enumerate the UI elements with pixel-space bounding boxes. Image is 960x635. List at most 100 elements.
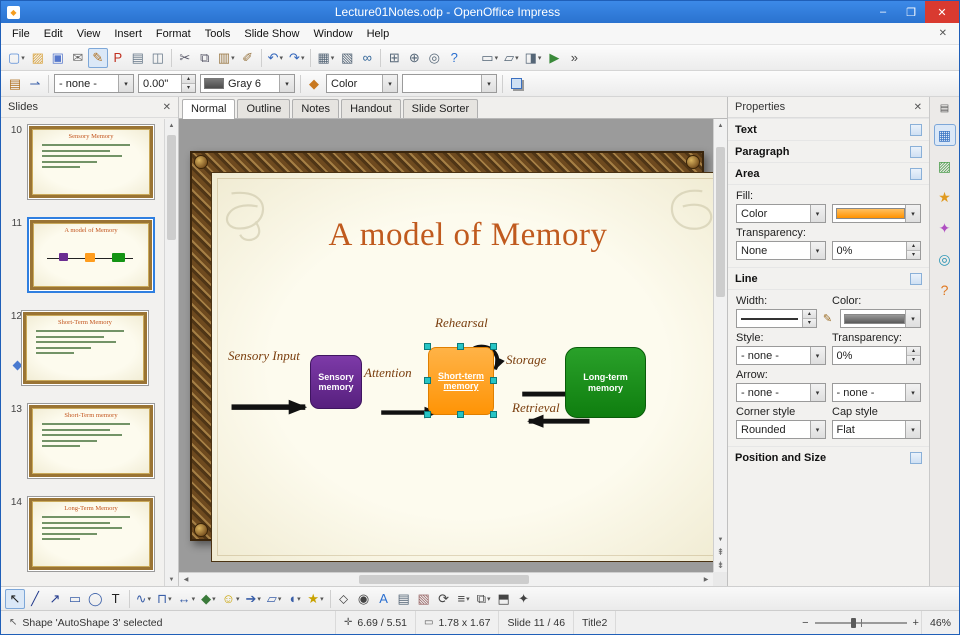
styles-deck-icon[interactable]: ★ xyxy=(934,186,956,208)
glue-points-icon[interactable]: ◉ xyxy=(354,589,374,609)
chevron-down-icon[interactable]: ▾ xyxy=(236,595,240,603)
chevron-down-icon[interactable]: ▾ xyxy=(280,54,284,62)
scroll-left-icon[interactable]: ◀ xyxy=(179,573,193,586)
zoom-slider-thumb[interactable] xyxy=(851,617,857,628)
tab-notes[interactable]: Notes xyxy=(292,99,340,118)
export-pdf-icon[interactable]: P xyxy=(108,48,128,68)
insert-picture-icon[interactable]: ▤ xyxy=(394,589,414,609)
slide-thumbnail-13[interactable]: Short-Term memory xyxy=(27,403,155,479)
chevron-down-icon[interactable]: ▾ xyxy=(301,54,305,62)
corner-style-combobox[interactable]: Rounded ▾ xyxy=(736,420,826,439)
selection-handle[interactable] xyxy=(457,343,464,350)
chevron-down-icon[interactable]: ▾ xyxy=(331,54,335,62)
dialog-launcher-icon[interactable] xyxy=(910,145,922,158)
selection-handle[interactable] xyxy=(457,411,464,418)
section-position-size[interactable]: Position and Size xyxy=(728,446,929,468)
chevron-down-icon[interactable]: ▾ xyxy=(297,595,301,603)
chevron-down-icon[interactable]: ▾ xyxy=(320,595,324,603)
slide-content[interactable]: A model of Memory Sensory Input Attentio… xyxy=(211,172,725,562)
scroll-up-icon[interactable]: ▲ xyxy=(714,119,727,132)
chevron-down-icon[interactable]: ▾ xyxy=(147,595,151,603)
zoom-percent[interactable]: 46% xyxy=(920,611,959,634)
gallery-icon[interactable]: ▧ xyxy=(414,589,434,609)
scroll-up-icon[interactable]: ▲ xyxy=(165,119,178,132)
fontwork-icon[interactable]: A xyxy=(374,589,394,609)
chevron-down-icon[interactable]: ▾ xyxy=(487,595,491,603)
chevron-down-icon[interactable]: ▾ xyxy=(278,595,282,603)
align-icon[interactable]: ≡ ▾ xyxy=(454,589,474,609)
document-close-icon[interactable]: ✕ xyxy=(931,28,955,39)
line-width-spinner[interactable]: ▴ ▾ xyxy=(736,309,817,328)
selection-handle[interactable] xyxy=(424,377,431,384)
arrange-icon[interactable]: ⧉ ▾ xyxy=(474,589,494,609)
chevron-down-icon[interactable]: ▾ xyxy=(905,421,920,438)
properties-deck-icon[interactable]: ▦ xyxy=(933,124,956,146)
print-icon[interactable]: ▤ xyxy=(128,48,148,68)
chevron-down-icon[interactable]: ▾ xyxy=(168,595,172,603)
rectangle-icon[interactable]: ▭ xyxy=(65,589,85,609)
tab-normal[interactable]: Normal xyxy=(182,99,236,119)
vertical-scrollbar[interactable]: ▲ ▼ ⇞ ⇟ xyxy=(713,119,727,572)
zoom-in-icon[interactable]: + xyxy=(911,617,921,629)
curve-icon[interactable]: ∿ ▾ xyxy=(133,589,154,609)
basic-shapes-icon[interactable]: ◆ ▾ xyxy=(198,589,219,609)
slide-layout-icon[interactable]: ◨ ▾ xyxy=(522,48,545,68)
slides-scrollbar[interactable]: ▲ ▼ xyxy=(164,119,178,586)
flowchart-icon[interactable]: ▱ ▾ xyxy=(264,589,285,609)
zoom-slider[interactable] xyxy=(814,617,907,628)
next-slide-icon[interactable]: ⇟ xyxy=(714,559,727,572)
menu-item-insert[interactable]: Insert xyxy=(107,25,149,43)
menu-item-slide-show[interactable]: Slide Show xyxy=(237,25,306,43)
chevron-down-icon[interactable]: ▾ xyxy=(495,54,499,62)
long-term-memory-box[interactable]: Long-term memory xyxy=(565,347,646,418)
slide-thumbnail-12[interactable]: Short-Term Memory xyxy=(21,310,149,386)
navigator-icon[interactable]: ⊕ xyxy=(404,48,424,68)
transparency-value-spinner[interactable]: 0% ▴ ▾ xyxy=(831,241,921,260)
email-icon[interactable]: ✉ xyxy=(68,48,88,68)
master-pages-deck-icon[interactable]: ? xyxy=(934,279,956,301)
shadow-toggle-icon[interactable] xyxy=(506,74,526,94)
line-width-spinner[interactable]: 0.00" ▴ ▾ xyxy=(138,74,196,93)
help-icon[interactable]: ? xyxy=(444,48,464,68)
sensory-memory-box[interactable]: Sensory memory xyxy=(310,355,362,409)
redo-icon[interactable]: ↷ ▾ xyxy=(286,48,307,68)
previous-slide-icon[interactable]: ⇞ xyxy=(714,546,727,559)
edit-file-icon[interactable]: ✎ xyxy=(87,47,108,68)
label-storage[interactable]: Storage xyxy=(506,352,546,368)
chevron-down-icon[interactable]: ▾ xyxy=(279,75,294,92)
styles-icon[interactable]: ▤ xyxy=(5,74,25,94)
stars-icon[interactable]: ★ ▾ xyxy=(304,589,326,609)
slide-thumbnail-11[interactable]: A model of Memory xyxy=(27,217,155,293)
tab-slide-sorter[interactable]: Slide Sorter xyxy=(402,99,479,118)
text-icon[interactable]: T xyxy=(106,589,126,609)
transparency-type-combobox[interactable]: None ▾ xyxy=(736,241,826,260)
scrollbar-thumb[interactable] xyxy=(167,135,176,240)
line-color-combobox[interactable]: ▾ xyxy=(840,309,921,328)
interaction-icon[interactable]: ✦ xyxy=(514,589,534,609)
line-style-combobox[interactable]: - none - ▾ xyxy=(54,74,134,93)
chevron-down-icon[interactable]: ▾ xyxy=(382,75,397,92)
chevron-down-icon[interactable]: ▾ xyxy=(466,595,470,603)
close-button[interactable]: ✕ xyxy=(925,1,959,23)
section-text[interactable]: Text xyxy=(728,118,929,140)
horizontal-scrollbar[interactable]: ◀ ▶ xyxy=(179,572,713,586)
menu-item-format[interactable]: Format xyxy=(149,25,198,43)
menu-item-tools[interactable]: Tools xyxy=(198,25,238,43)
tab-outline[interactable]: Outline xyxy=(237,99,291,118)
arrow-start-combobox[interactable]: - none - ▾ xyxy=(736,383,826,402)
slide-title[interactable]: A model of Memory xyxy=(212,217,724,254)
dialog-launcher-icon[interactable] xyxy=(910,451,922,464)
line-style-combobox[interactable]: - none - ▾ xyxy=(736,346,826,365)
page-preview-icon[interactable]: ◫ xyxy=(148,48,168,68)
extrusion-icon[interactable]: ⬒ xyxy=(494,589,514,609)
rotate-icon[interactable]: ⟳ xyxy=(434,589,454,609)
copy-icon[interactable]: ⧉ xyxy=(195,48,215,68)
selection-handle[interactable] xyxy=(424,411,431,418)
maximize-button[interactable]: ❐ xyxy=(897,1,925,23)
chevron-down-icon[interactable]: ▾ xyxy=(809,421,825,438)
zoom-out-icon[interactable]: − xyxy=(800,617,810,629)
symbol-shapes-icon[interactable]: ☺ ▾ xyxy=(219,589,243,609)
hyperlink-icon[interactable]: ∞ xyxy=(357,48,377,68)
dialog-launcher-icon[interactable] xyxy=(910,123,922,136)
fill-type-combobox[interactable]: Color ▾ xyxy=(326,74,398,93)
